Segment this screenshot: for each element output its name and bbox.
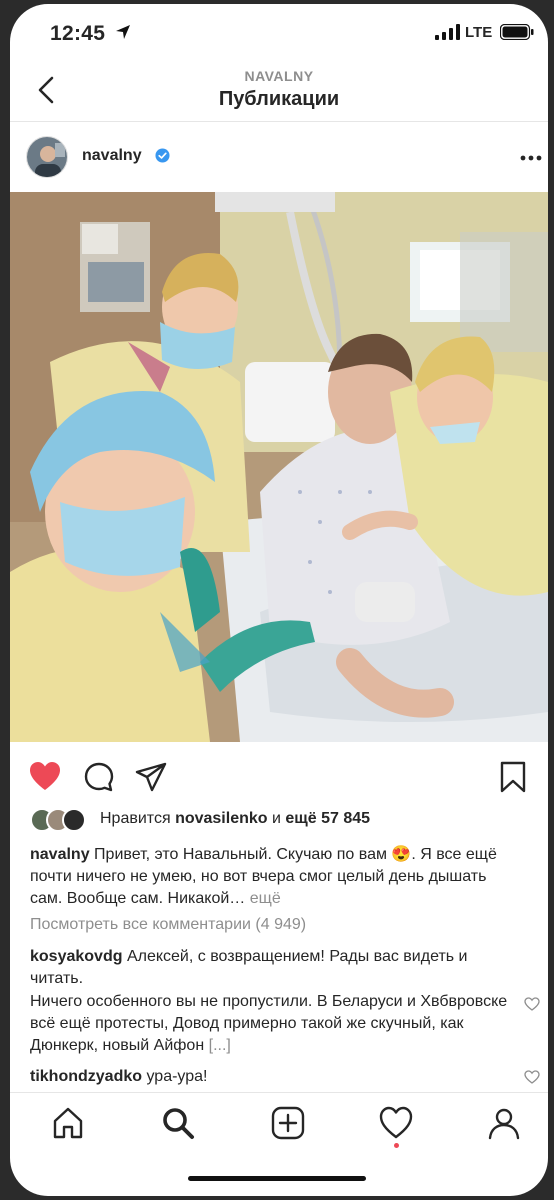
comment-item: Ничего особенного вы не пропустили. В Бе…: [30, 991, 510, 1057]
status-bar: 12:45 LTE: [10, 4, 548, 60]
add-post-icon[interactable]: [270, 1105, 306, 1141]
comment-text: Ничего особенного вы не пропустили. В Бе…: [30, 993, 508, 1054]
home-icon[interactable]: [50, 1105, 86, 1141]
signal-bars-icon: [435, 24, 460, 40]
heart-filled-icon[interactable]: [28, 760, 62, 794]
post-username[interactable]: navalny: [82, 147, 142, 165]
verified-badge-icon: [155, 148, 170, 163]
post-actions: [10, 752, 548, 802]
likes-count[interactable]: ещё 57 845: [285, 810, 370, 827]
likes-user[interactable]: novasilenko: [175, 810, 267, 827]
comment-text: ура-ура!: [146, 1068, 208, 1085]
more-options-icon[interactable]: [520, 155, 542, 161]
notification-dot: [394, 1143, 399, 1148]
network-type: LTE: [465, 24, 493, 41]
page-header: NAVALNY Публикации: [10, 60, 548, 122]
comment-like-heart-icon[interactable]: [524, 997, 540, 1011]
caption-username[interactable]: navalny: [30, 846, 90, 863]
heart-outline-icon[interactable]: [378, 1105, 414, 1141]
search-icon[interactable]: [160, 1105, 196, 1141]
send-icon[interactable]: [134, 760, 168, 794]
avatar[interactable]: [26, 136, 68, 178]
liker-avatars: [30, 808, 86, 832]
post-header: navalny: [10, 122, 548, 192]
post-photo[interactable]: [10, 192, 548, 742]
page-title: Публикации: [218, 88, 340, 110]
location-arrow-icon: [116, 25, 130, 39]
caption-more-link[interactable]: ещё: [250, 890, 281, 907]
comment-like-heart-icon[interactable]: [524, 1070, 540, 1084]
comment-username[interactable]: tikhondzyadko: [30, 1068, 142, 1085]
phone-screen: 12:45 LTE NAVALNY Публикации navalny Нра…: [10, 4, 548, 1196]
likes-row[interactable]: Нравится novasilenko и ещё 57 845: [30, 806, 530, 834]
comment-icon[interactable]: [82, 760, 116, 794]
view-all-comments-link[interactable]: Посмотреть все комментарии (4 949): [30, 916, 306, 934]
likes-middle: и: [272, 810, 281, 827]
bookmark-icon[interactable]: [496, 760, 530, 794]
post-caption: navalny Привет, это Навальный. Скучаю по…: [30, 844, 510, 910]
comment-item: kosyakovdg Алексей, с возвращением! Рады…: [30, 946, 510, 990]
likes-prefix: Нравится: [100, 810, 171, 827]
likes-text: Нравится novasilenko и ещё 57 845: [100, 810, 370, 828]
battery-icon: [500, 24, 534, 40]
comment-username[interactable]: kosyakovdg: [30, 948, 122, 965]
comment-more-link[interactable]: [...]: [209, 1037, 231, 1054]
home-indicator: [188, 1176, 366, 1181]
comment-item: tikhondzyadko ура-ура!: [30, 1066, 510, 1088]
header-subtitle: NAVALNY: [244, 68, 314, 84]
status-time: 12:45: [50, 22, 106, 45]
bottom-tab-bar: [10, 1092, 548, 1152]
profile-icon[interactable]: [486, 1105, 522, 1141]
